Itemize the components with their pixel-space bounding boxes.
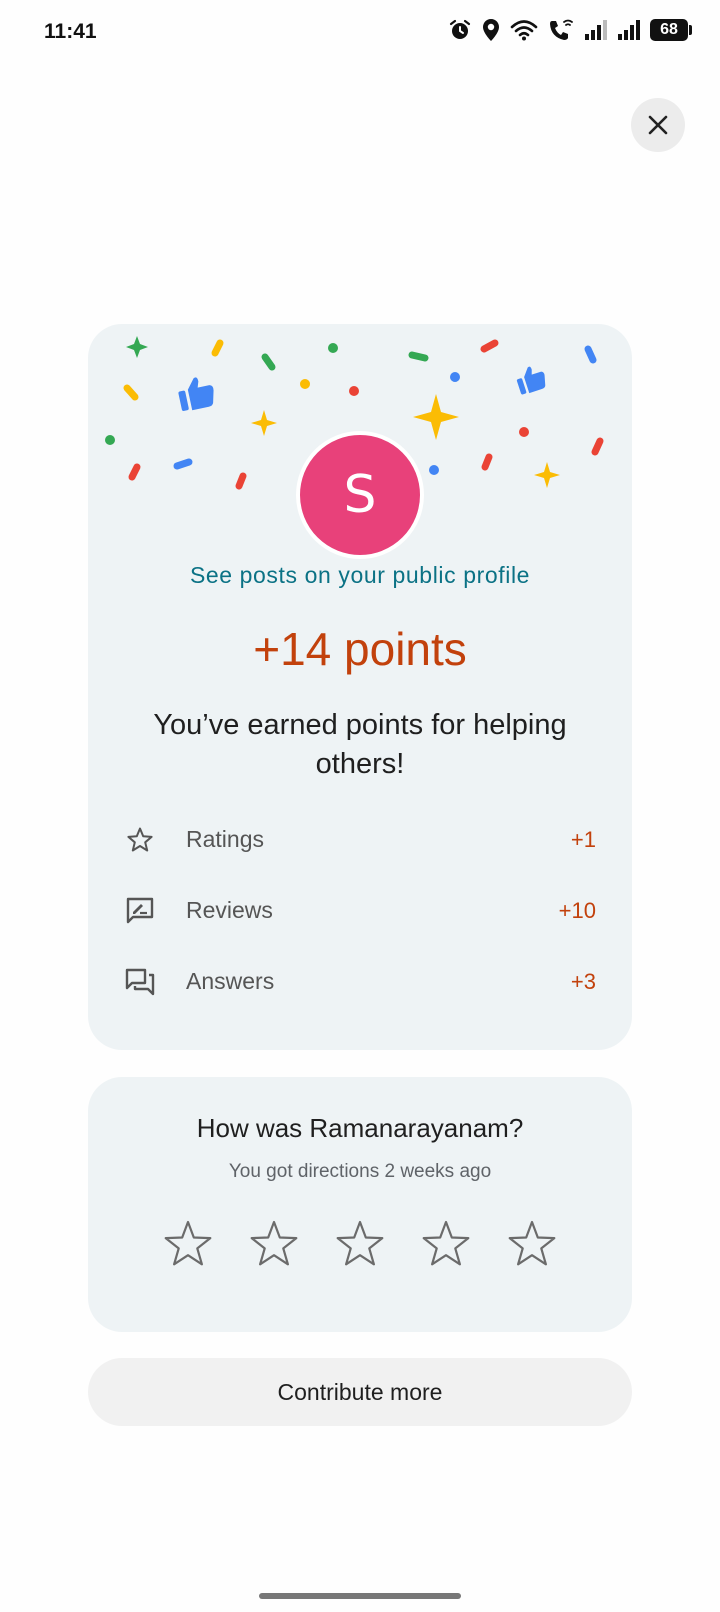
- status-time: 11:41: [44, 20, 97, 43]
- battery-icon: 68: [650, 19, 692, 41]
- breakdown-value: +3: [570, 968, 596, 994]
- signal-icon: [618, 20, 640, 40]
- breakdown-value: +10: [558, 897, 596, 923]
- rating-title: How was Ramanarayanam?: [196, 1113, 524, 1143]
- status-icons: 68: [448, 18, 692, 42]
- public-profile-link[interactable]: See posts on your public profile: [88, 562, 632, 589]
- star-4-button[interactable]: [418, 1217, 474, 1273]
- wifi-calling-icon: [550, 19, 573, 40]
- points-total: +14 points: [253, 623, 467, 675]
- avatar-letter: S: [343, 465, 377, 525]
- star-outline-icon: [250, 1220, 298, 1266]
- close-icon: [648, 115, 668, 135]
- star-outline-icon: [164, 1220, 212, 1266]
- rating-card: How was Ramanarayanam? You got direction…: [88, 1077, 632, 1332]
- sparkle-yellow-icon: [534, 462, 560, 488]
- rating-subtitle: You got directions 2 weeks ago: [228, 1161, 492, 1182]
- battery-level: 68: [660, 21, 678, 38]
- points-card: S See posts on your public profile +14 p…: [88, 324, 632, 1050]
- star-outline-icon: [124, 824, 156, 856]
- close-button[interactable]: [631, 98, 685, 152]
- breakdown-row-ratings: Ratings +1: [124, 804, 596, 875]
- breakdown-label: Answers: [186, 968, 275, 994]
- star-5-button[interactable]: [504, 1217, 560, 1273]
- alarm-icon: [449, 19, 471, 39]
- answers-icon: [124, 966, 156, 998]
- review-icon: [124, 895, 156, 927]
- star-3-button[interactable]: [332, 1217, 388, 1273]
- points-message: You’ve earned points for helping others!: [153, 709, 567, 780]
- thumbs-up-icon: [516, 366, 546, 395]
- breakdown-row-answers: Answers +3: [124, 946, 596, 1017]
- home-indicator[interactable]: [259, 1593, 461, 1599]
- sparkle-green-icon: [126, 336, 148, 358]
- sparkle-yellow-icon: [251, 410, 277, 436]
- sparkle-yellow-icon: [413, 394, 459, 440]
- breakdown-label: Reviews: [186, 897, 273, 923]
- star-2-button[interactable]: [246, 1217, 302, 1273]
- breakdown-label: Ratings: [186, 826, 264, 852]
- star-outline-icon: [336, 1220, 384, 1266]
- star-rating: [160, 1217, 560, 1273]
- star-outline-icon: [508, 1220, 556, 1266]
- wifi-icon: [510, 20, 538, 41]
- signal-icon: [585, 20, 607, 40]
- breakdown-value: +1: [570, 826, 596, 852]
- breakdown-row-reviews: Reviews +10: [124, 875, 596, 946]
- status-bar: 11:41 68: [0, 0, 720, 64]
- contribute-more-button[interactable]: Contribute more: [88, 1358, 632, 1426]
- star-outline-icon: [422, 1220, 470, 1266]
- points-breakdown: Ratings +1 Reviews +10 Answers +3: [124, 804, 596, 1017]
- location-icon: [483, 19, 499, 41]
- thumbs-up-icon: [178, 377, 214, 411]
- avatar[interactable]: S: [296, 431, 424, 559]
- star-1-button[interactable]: [160, 1217, 216, 1273]
